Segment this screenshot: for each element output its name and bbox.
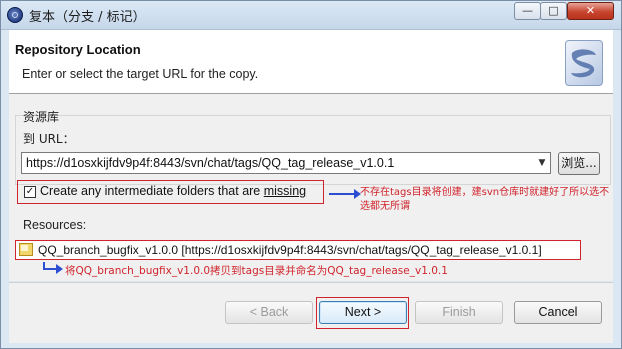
annotation-resources: 将QQ_branch_bugfix_v1.0.0拷贝到tags目录并命名为QQ_…	[65, 265, 448, 277]
finish-button[interactable]: Finish	[415, 301, 503, 324]
create-folders-label[interactable]: Create any intermediate folders that are…	[40, 184, 306, 198]
to-url-value[interactable]: https://d1osxkijfdv9p4f:8443/svn/chat/ta…	[26, 156, 394, 170]
browse-button[interactable]: 浏览...	[558, 152, 600, 175]
resources-label: Resources:	[23, 218, 87, 232]
window-title: 复本（分支 / 标记）	[29, 10, 146, 25]
annotation-arrow-icon	[43, 264, 63, 274]
create-folders-label-mnemonic: missing	[263, 184, 307, 198]
wizard-page-description: Enter or select the target URL for the c…	[22, 67, 259, 81]
copy-dialog-window: 复本（分支 / 标记） — □ ✕ Repository Location En…	[0, 0, 622, 349]
app-icon	[7, 7, 23, 23]
create-folders-label-text: Create any intermediate folders that are	[40, 184, 264, 198]
create-folders-option[interactable]: ✓ Create any intermediate folders that a…	[17, 180, 324, 204]
to-url-label: 到 URL：	[23, 132, 75, 146]
chevron-down-icon[interactable]: ▼	[534, 153, 550, 173]
svn-wizard-banner-icon	[565, 40, 603, 86]
wizard-body: 资源库 到 URL： https://d1osxkijfdv9p4f:8443/…	[9, 94, 613, 281]
back-button[interactable]: < Back	[225, 301, 313, 324]
wizard-footer: < Back Next > Finish Cancel	[9, 282, 613, 343]
wizard-page-title: Repository Location	[15, 42, 141, 57]
wizard-header: Repository Location Enter or select the …	[9, 30, 613, 94]
create-folders-checkbox[interactable]: ✓	[24, 186, 36, 198]
close-button[interactable]: ✕	[567, 2, 614, 20]
minimize-button[interactable]: —	[514, 2, 541, 20]
to-url-combobox[interactable]: https://d1osxkijfdv9p4f:8443/svn/chat/ta…	[21, 152, 551, 174]
annotation-arrow-icon	[329, 189, 361, 199]
repository-group-label: 资源库	[23, 110, 60, 124]
maximize-button[interactable]: □	[540, 2, 567, 20]
cancel-button[interactable]: Cancel	[514, 301, 602, 324]
repository-group-border	[15, 115, 611, 185]
resources-list-item[interactable]: QQ_branch_bugfix_v1.0.0 [https://d1osxki…	[15, 240, 581, 260]
next-button[interactable]: Next >	[319, 301, 407, 324]
annotation-create-folders: 不存在tags目录将创建，建svn仓库时就建好了所以选不选都无所谓	[360, 187, 610, 212]
folder-icon	[19, 243, 33, 256]
resource-text: QQ_branch_bugfix_v1.0.0 [https://d1osxki…	[38, 243, 542, 257]
title-bar: 复本（分支 / 标记） — □ ✕	[1, 1, 621, 30]
